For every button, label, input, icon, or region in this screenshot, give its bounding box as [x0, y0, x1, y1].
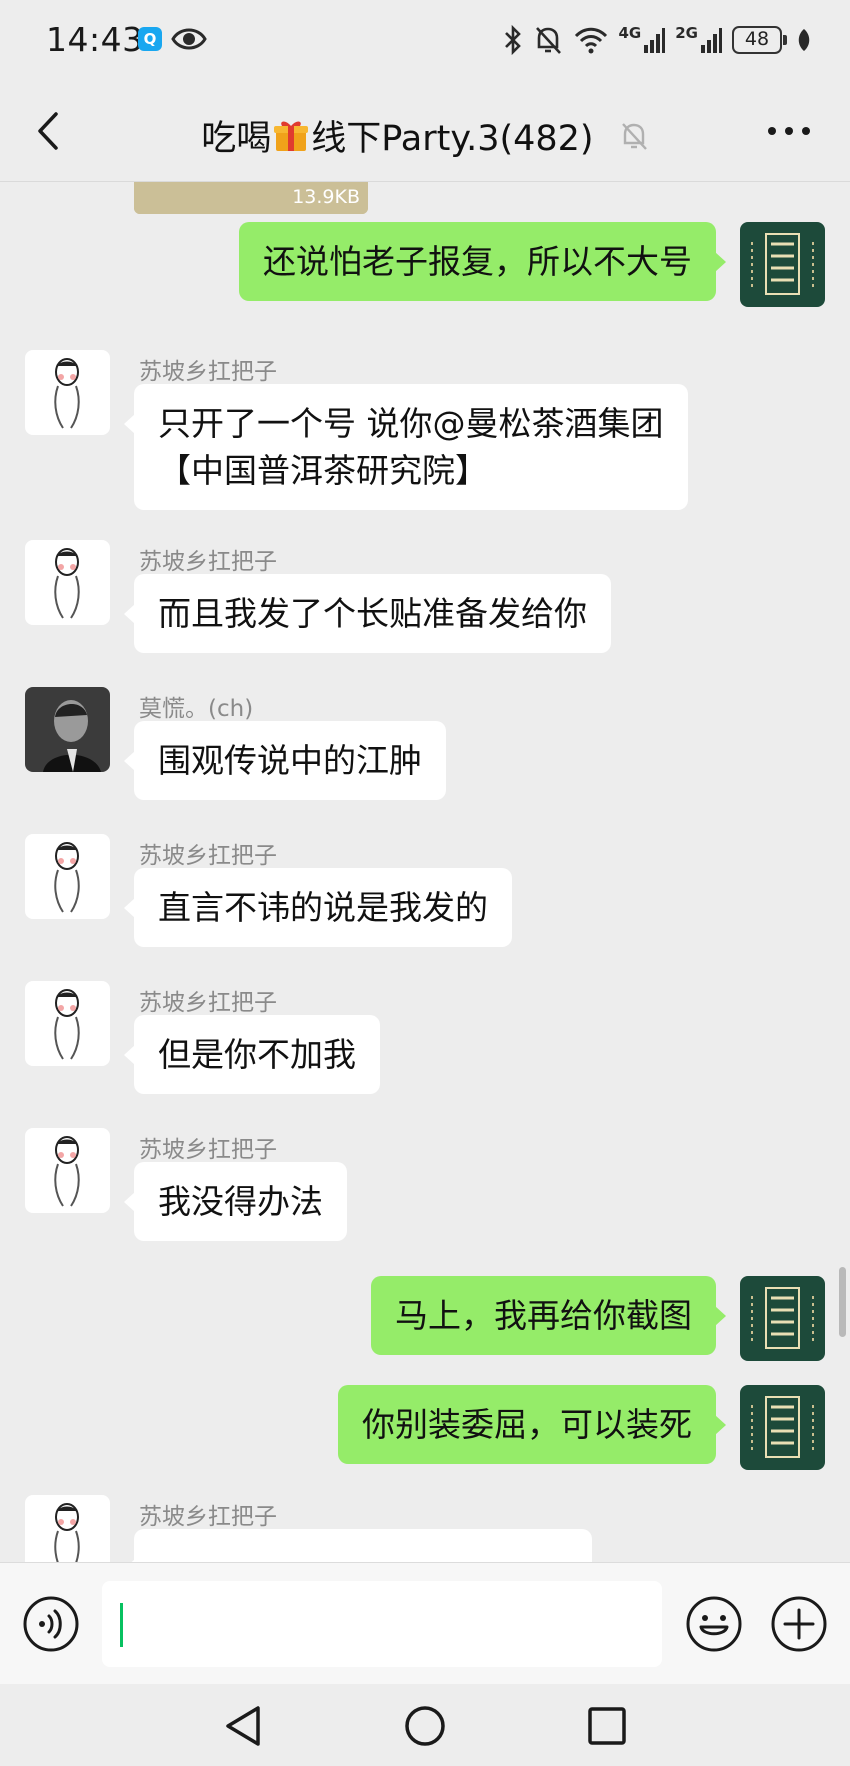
message-bubble[interactable]: [124, 1529, 592, 1562]
my-avatar[interactable]: [740, 222, 825, 307]
message-bubble[interactable]: 还说怕老子报复，所以不大号: [239, 222, 726, 301]
sender-avatar[interactable]: [25, 687, 110, 772]
chat-title-suffix: 线下Party.3(482): [311, 119, 594, 159]
nav-back-icon[interactable]: [222, 1704, 266, 1748]
nav-recent-apps-icon[interactable]: [585, 1704, 629, 1748]
sender-name: 莫慌。(ch): [139, 696, 254, 722]
bell-muted-icon: [535, 27, 561, 54]
battery-indicator: 48: [732, 26, 787, 54]
bluetooth-icon: [504, 24, 521, 56]
chat-title: 吃喝 线下Party.3(482): [0, 110, 850, 161]
message-line: 只开了一个号 说你@曼松茶酒集团: [158, 404, 664, 443]
sender-name: 苏坡乡扛把子: [139, 549, 277, 575]
image-size-label: 13.9KB: [292, 186, 360, 208]
cartoon-avatar-icon: [25, 981, 110, 1066]
plus-icon[interactable]: [770, 1595, 828, 1653]
cartoon-avatar-icon: [25, 1128, 110, 1213]
message-line: 【中国普洱茶研究院】: [158, 451, 488, 490]
sender-avatar[interactable]: [25, 834, 110, 919]
message-bubble[interactable]: 你别装委屈，可以装死: [338, 1385, 726, 1464]
status-icons: 4G 2G 48: [503, 22, 813, 58]
status-time: 14:43: [46, 20, 144, 59]
sender-avatar[interactable]: [25, 540, 110, 625]
network-2g-label: 2G: [675, 24, 698, 42]
message-bubble[interactable]: 我没得办法: [124, 1162, 347, 1241]
network-4g-label: 4G: [618, 24, 642, 42]
sender-avatar[interactable]: [25, 1495, 110, 1562]
emoji-icon[interactable]: [685, 1595, 743, 1653]
eye-icon: [171, 28, 207, 50]
scrollbar-thumb[interactable]: [839, 1267, 846, 1337]
sender-avatar[interactable]: [25, 350, 110, 435]
chat-header: 吃喝 线下Party.3(482): [0, 80, 850, 182]
sender-name: 苏坡乡扛把子: [139, 1504, 277, 1530]
sender-name: 苏坡乡扛把子: [139, 359, 277, 385]
message-bubble[interactable]: 马上，我再给你截图: [371, 1276, 726, 1355]
mute-bell-icon: [621, 123, 647, 150]
sender-avatar[interactable]: [25, 981, 110, 1066]
cartoon-avatar-icon: [25, 540, 110, 625]
image-thumbnail[interactable]: 13.9KB: [134, 182, 368, 214]
status-bar: 14:43 Q 4G 2G 48: [0, 0, 850, 80]
seal-logo-icon: [740, 1385, 825, 1470]
seal-logo-icon: [740, 1276, 825, 1361]
wifi-icon: [574, 27, 607, 54]
search-app-icon: Q: [138, 27, 162, 51]
system-nav-bar: [0, 1684, 850, 1766]
cartoon-avatar-icon: [25, 834, 110, 919]
input-bar: [0, 1562, 850, 1684]
message-bubble[interactable]: 而且我发了个长贴准备发给你: [124, 574, 611, 653]
sender-name: 苏坡乡扛把子: [139, 843, 277, 869]
message-bubble[interactable]: 直言不讳的说是我发的: [124, 868, 512, 947]
my-avatar[interactable]: [740, 1385, 825, 1470]
signal-icon-2: [701, 28, 722, 53]
seal-logo-icon: [740, 222, 825, 307]
sender-name: 苏坡乡扛把子: [139, 1137, 277, 1163]
gift-icon: [274, 121, 309, 151]
sender-avatar[interactable]: [25, 1128, 110, 1213]
message-list[interactable]: 13.9KB 还说怕老子报复，所以不大号 苏坡乡扛把子 只开了一个号 说你@曼松…: [0, 182, 850, 1562]
text-cursor: [120, 1603, 123, 1647]
leaf-icon: [798, 29, 810, 51]
message-bubble[interactable]: 围观传说中的江肿: [124, 721, 446, 800]
message-bubble[interactable]: 只开了一个号 说你@曼松茶酒集团 【中国普洱茶研究院】: [124, 384, 688, 510]
message-input[interactable]: [102, 1581, 662, 1667]
sender-name: 苏坡乡扛把子: [139, 990, 277, 1016]
cartoon-avatar-icon: [25, 350, 110, 435]
nav-home-icon[interactable]: [403, 1704, 447, 1748]
more-options-icon[interactable]: [766, 118, 812, 144]
signal-icon-1: [644, 28, 666, 53]
message-bubble[interactable]: 但是你不加我: [124, 1015, 380, 1094]
chat-title-prefix: 吃喝: [201, 119, 272, 159]
cartoon-avatar-icon: [25, 1495, 110, 1562]
photo-avatar-icon: [25, 687, 110, 772]
voice-input-icon[interactable]: [22, 1595, 80, 1653]
my-avatar[interactable]: [740, 1276, 825, 1361]
